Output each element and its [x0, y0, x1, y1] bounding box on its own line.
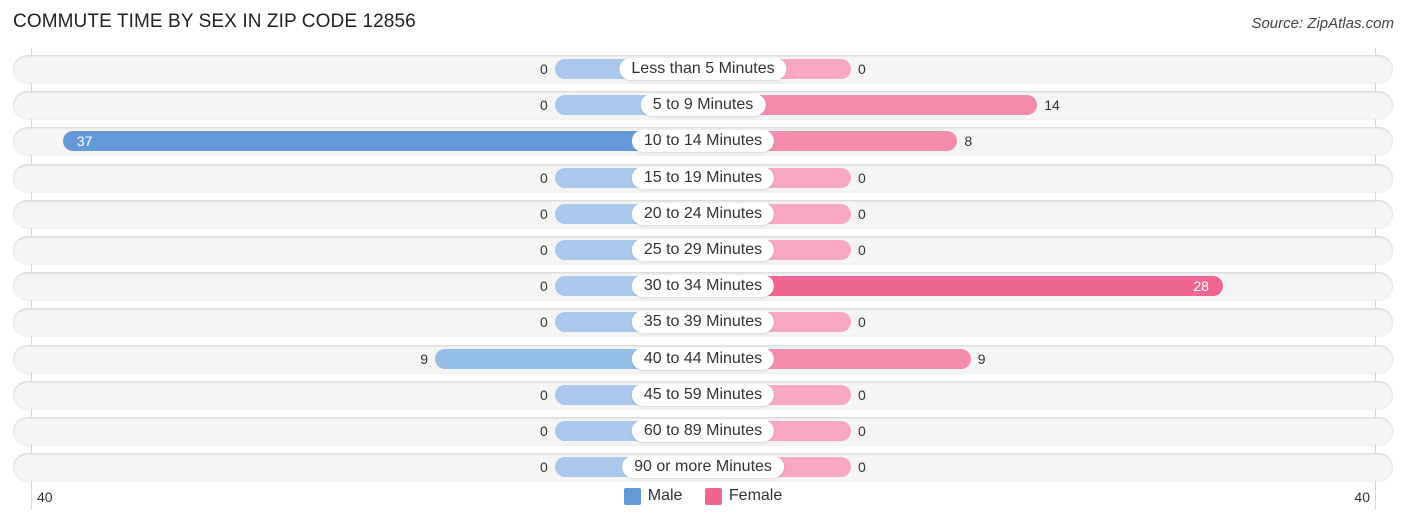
- male-value: 0: [540, 61, 548, 77]
- category-label: 30 to 34 Minutes: [631, 275, 775, 298]
- female-value: 0: [858, 314, 866, 331]
- category-label: 20 to 24 Minutes: [631, 202, 775, 225]
- category-label: 10 to 14 Minutes: [631, 130, 775, 153]
- female-value: 0: [858, 386, 866, 403]
- female-value: 0: [858, 169, 866, 186]
- category-label: Less than 5 Minutes: [619, 58, 787, 80]
- category-label: 45 to 59 Minutes: [631, 383, 775, 406]
- male-value: 0: [540, 97, 548, 114]
- female-value: 14: [1044, 97, 1060, 114]
- male-value: 0: [540, 314, 548, 331]
- male-value: 9: [420, 350, 429, 367]
- male-bar[interactable]: [62, 131, 703, 152]
- male-value: 0: [540, 386, 548, 403]
- female-value: 0: [858, 423, 866, 439]
- legend-label-female: Female: [728, 487, 783, 504]
- male-value: 37: [76, 133, 93, 150]
- male-value: 0: [540, 205, 548, 222]
- legend-item-female[interactable]: Female: [704, 487, 783, 505]
- female-value: 0: [858, 61, 866, 77]
- male-swatch-icon: [623, 487, 641, 505]
- legend: Male Female: [0, 487, 1406, 510]
- female-value: 0: [858, 459, 866, 476]
- female-value: 0: [858, 205, 866, 222]
- female-swatch-icon: [704, 487, 722, 505]
- male-value: 0: [540, 169, 548, 186]
- male-value: 0: [540, 459, 548, 476]
- male-value: 0: [540, 278, 548, 295]
- category-label: 35 to 39 Minutes: [631, 311, 775, 334]
- female-value: 28: [1193, 278, 1209, 295]
- female-value: 0: [858, 242, 866, 258]
- category-label: 5 to 9 Minutes: [640, 94, 766, 117]
- male-value: 0: [540, 242, 548, 258]
- male-value: 0: [540, 423, 548, 439]
- source-label: Source: ZipAtlas.com: [1251, 15, 1394, 32]
- category-label: 60 to 89 Minutes: [631, 420, 775, 442]
- legend-item-male[interactable]: Male: [623, 487, 683, 505]
- chart-title: COMMUTE TIME BY SEX IN ZIP CODE 12856: [13, 11, 416, 32]
- category-label: 15 to 19 Minutes: [631, 166, 775, 189]
- female-bar[interactable]: [703, 276, 1224, 297]
- category-label: 90 or more Minutes: [622, 456, 784, 479]
- category-label: 25 to 29 Minutes: [631, 239, 775, 261]
- female-value: 9: [977, 350, 986, 367]
- category-label: 40 to 44 Minutes: [631, 347, 775, 370]
- legend-label-male: Male: [647, 487, 683, 504]
- female-value: 8: [964, 133, 973, 150]
